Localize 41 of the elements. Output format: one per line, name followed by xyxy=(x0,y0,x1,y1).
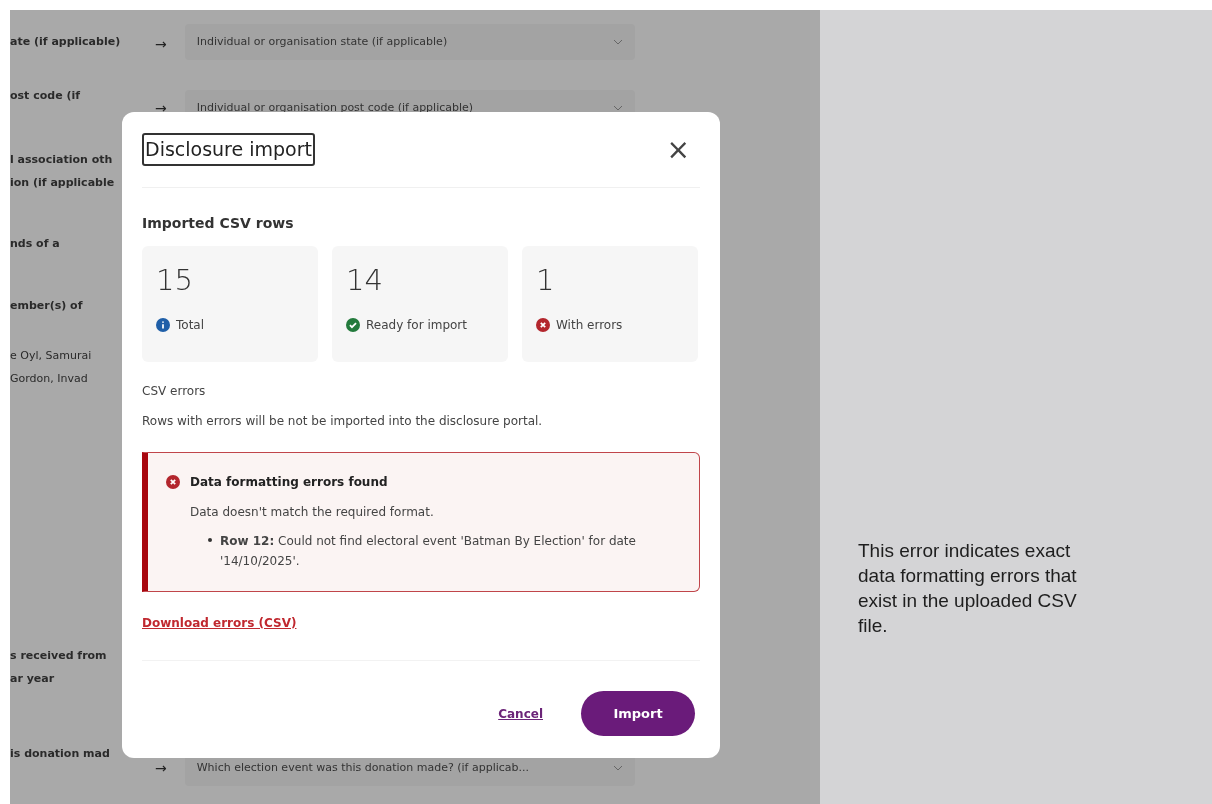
info-icon xyxy=(156,318,170,332)
stat-value: 14 xyxy=(346,262,384,298)
section-title: Imported CSV rows xyxy=(142,214,295,233)
x-circle-icon xyxy=(166,475,180,489)
stat-value: 1 xyxy=(536,262,556,298)
field-label: ion (if applicable xyxy=(10,174,116,191)
import-button[interactable]: Import xyxy=(581,691,695,736)
field-label: ost code (if xyxy=(10,88,82,104)
stat-label: Ready for import xyxy=(366,317,467,334)
alert-title: Data formatting errors found xyxy=(190,474,389,491)
chevron-down-icon xyxy=(612,105,623,111)
field-label: nds of a xyxy=(10,236,61,252)
dialog-title: Disclosure import xyxy=(142,133,315,166)
errors-note: Rows with errors will be not be imported into the disclosure portal. xyxy=(142,413,544,430)
select-field[interactable]: Individual or organisation state (if applicable) xyxy=(184,24,635,60)
arrow-icon: → xyxy=(155,34,167,55)
field-label: Gordon, Invad xyxy=(10,370,89,387)
annotation-text: This error indicates exact data formatting errors that exist in the uploaded CSV file. xyxy=(858,539,1078,638)
close-button[interactable]: × xyxy=(666,135,690,164)
stat-label: Total xyxy=(176,317,205,334)
chevron-down-icon xyxy=(612,765,623,771)
bullet-icon xyxy=(208,538,212,542)
error-detail: Row 12: Could not find electoral event 'Batman By Election' for date '14/10/2025'. xyxy=(220,533,637,570)
field-label: ate (if applicable) xyxy=(10,34,122,50)
field-label: s received from xyxy=(10,648,108,664)
cancel-link[interactable]: Cancel xyxy=(498,704,543,723)
field-label: e Oyl, Samurai xyxy=(10,348,93,364)
arrow-icon: → xyxy=(155,98,167,119)
check-circle-icon xyxy=(346,318,360,332)
download-errors-link[interactable]: Download errors (CSV) xyxy=(142,614,297,632)
stat-label: With errors xyxy=(556,317,623,334)
x-circle-icon xyxy=(536,318,550,332)
chevron-down-icon xyxy=(612,39,623,45)
field-label: l association oth xyxy=(10,152,114,168)
errors-heading: CSV errors xyxy=(142,383,207,400)
field-label: ember(s) of xyxy=(10,298,84,314)
field-label: is donation mad xyxy=(10,746,111,762)
alert-message: Data doesn't match the required format. xyxy=(190,504,435,521)
stat-value: 15 xyxy=(156,262,194,298)
arrow-icon: → xyxy=(155,758,167,779)
field-label: ar year xyxy=(10,670,56,687)
